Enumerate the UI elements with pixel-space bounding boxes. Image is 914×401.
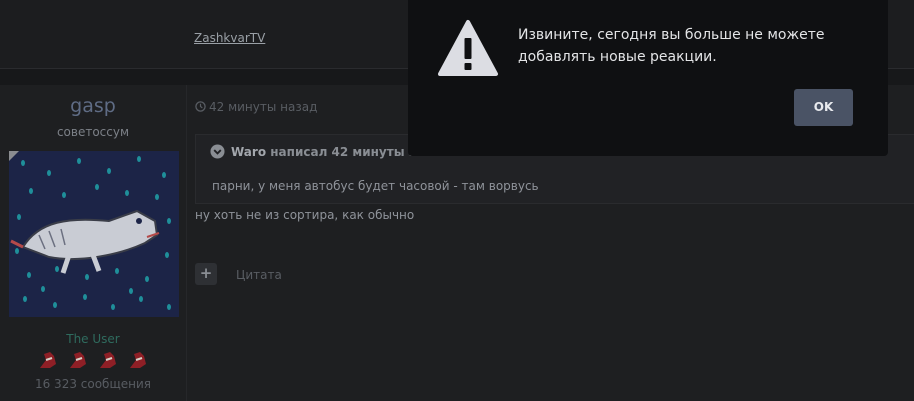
quote-text: парни, у меня автобус будет часовой - та… xyxy=(212,179,539,193)
chevron-down-icon xyxy=(210,144,225,159)
reputation-icons xyxy=(36,348,156,374)
post-time-text: 42 минуты назад xyxy=(209,100,318,114)
page: ZashkvarTV gasp советоссум The User 16 3… xyxy=(0,0,914,401)
author-link[interactable]: ZashkvarTV xyxy=(194,31,265,45)
quote-button[interactable]: Цитата xyxy=(236,268,282,282)
clock-icon xyxy=(195,101,206,112)
quote-author: Waro xyxy=(231,145,267,159)
avatar-image xyxy=(9,151,179,317)
avatar-corner xyxy=(9,151,19,161)
alert-message: Извините, сегодня вы больше не можете до… xyxy=(518,27,825,65)
ok-button[interactable]: OK xyxy=(794,89,853,126)
reputation-icon xyxy=(70,352,86,368)
member-group: The User xyxy=(66,332,120,346)
post-timestamp[interactable]: 42 минуты назад xyxy=(195,100,317,114)
author-column: gasp советоссум The User 16 323 сообщени… xyxy=(0,85,186,401)
post-count: 16 323 сообщения xyxy=(34,377,152,391)
reputation-icon xyxy=(130,352,146,368)
reputation-icon xyxy=(40,352,56,368)
alert-dialog: Извините, сегодня вы больше не можете до… xyxy=(408,0,888,156)
post-body: ну хоть не из сортира, как обычно xyxy=(195,208,415,222)
quote-header-suffix: написал 42 минуты на xyxy=(270,145,426,159)
avatar[interactable] xyxy=(9,151,179,317)
warning-icon xyxy=(438,20,498,76)
quote-header[interactable]: Waro написал 42 минуты на xyxy=(210,144,425,159)
reputation-icon xyxy=(100,352,116,368)
author-title: советоссум xyxy=(56,125,130,139)
multiquote-plus-button[interactable]: + xyxy=(195,263,217,285)
author-name[interactable]: gasp xyxy=(0,95,186,117)
